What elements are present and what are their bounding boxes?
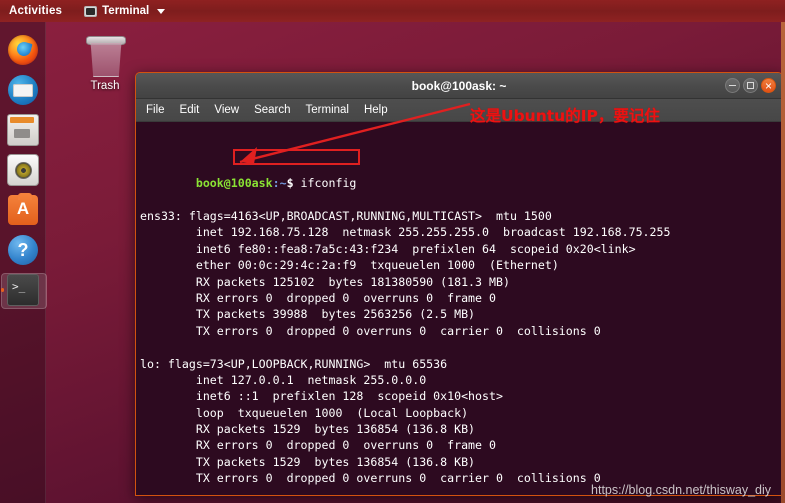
terminal-window: book@100ask: ~ File Edit View Search Ter… — [135, 72, 783, 496]
chevron-down-icon[interactable] — [157, 8, 166, 14]
terminal-output-line: ether 00:0c:29:4c:2a:f9 txqueuelen 1000 … — [140, 258, 559, 273]
files-icon — [7, 114, 39, 146]
terminal-icon — [7, 274, 39, 306]
prompt-user-host: book@100ask — [195, 176, 273, 191]
top-panel: Activities Terminal — [0, 0, 785, 22]
dock-item-ubuntu-software[interactable] — [0, 190, 46, 230]
dock-item-thunderbird[interactable] — [0, 70, 46, 110]
help-icon: ? — [8, 235, 38, 265]
terminal-output-line: inet6 fe80::fea8:7a5c:43:f234 prefixlen … — [140, 241, 636, 256]
prompt-path: :~ — [272, 176, 287, 191]
desktop-icon-trash[interactable]: Trash — [76, 32, 134, 92]
menu-item-search[interactable]: Search — [254, 104, 290, 116]
watermark: https://blog.csdn.net/thisway_diy — [591, 483, 771, 497]
ubuntu-software-icon — [8, 193, 38, 225]
firefox-icon — [8, 35, 38, 65]
menu-item-edit[interactable]: Edit — [180, 104, 200, 116]
terminal-output[interactable]: book@100ask:~$ ifconfig ens33: flags=416… — [136, 122, 782, 495]
dock-item-files[interactable] — [0, 110, 46, 150]
terminal-output-line: loop txqueuelen 1000 (Local Loopback) — [140, 405, 469, 420]
dock: ? — [0, 22, 47, 503]
panel-app-label: Terminal — [102, 5, 150, 17]
mail-icon — [8, 75, 38, 105]
music-icon — [7, 154, 39, 186]
terminal-output-line: ens33: flags=4163<UP,BROADCAST,RUNNING,M… — [140, 209, 552, 224]
dock-item-terminal[interactable] — [0, 270, 47, 310]
terminal-output-line: inet6 ::1 prefixlen 128 scopeid 0x10<hos… — [140, 389, 503, 404]
terminal-output-line: RX packets 1529 bytes 136854 (136.8 KB) — [140, 422, 476, 437]
dock-item-rhythmbox[interactable] — [0, 150, 46, 190]
minimize-icon[interactable] — [725, 78, 740, 93]
terminal-prompt-line: book@100ask:~$ ifconfig — [140, 159, 782, 190]
maximize-icon[interactable] — [743, 78, 758, 93]
terminal-output-line: inet 127.0.0.1 netmask 255.0.0.0 — [140, 372, 427, 387]
title-bar[interactable]: book@100ask: ~ — [136, 73, 782, 99]
window-controls — [725, 73, 776, 98]
terminal-output-line: inet 192.168.75.128 netmask 255.255.255.… — [140, 225, 671, 240]
dock-item-firefox[interactable] — [0, 30, 46, 70]
desktop-right-edge — [781, 22, 785, 503]
terminal-output-lines: ens33: flags=4163<UP,BROADCAST,RUNNING,M… — [140, 208, 782, 495]
menu-item-help[interactable]: Help — [364, 104, 388, 116]
terminal-output-line: TX packets 39988 bytes 2563256 (2.5 MB) — [140, 307, 476, 322]
terminal-output-line: RX errors 0 dropped 0 overruns 0 frame 0 — [140, 438, 496, 453]
annotation-text: 这是Ubuntu的IP，要记住 — [470, 107, 660, 125]
prompt-symbol: $ — [286, 176, 294, 191]
window-title: book@100ask: ~ — [411, 78, 507, 93]
panel-app-indicator[interactable]: Terminal — [84, 5, 166, 17]
terminal-output-line: TX packets 1529 bytes 136854 (136.8 KB) — [140, 454, 476, 469]
terminal-icon — [84, 5, 98, 17]
terminal-output-line: RX errors 0 dropped 0 overruns 0 frame 0 — [140, 290, 496, 305]
desktop-screen: Activities Terminal ? — [0, 0, 785, 503]
menu-bar: File Edit View Search Terminal Help — [136, 99, 782, 122]
dock-item-help[interactable]: ? — [0, 230, 46, 270]
menu-item-view[interactable]: View — [214, 104, 239, 116]
menu-item-terminal[interactable]: Terminal — [306, 104, 349, 116]
desktop-icon-label: Trash — [90, 80, 120, 92]
menu-item-file[interactable]: File — [146, 104, 165, 116]
terminal-output-line: lo: flags=73<UP,LOOPBACK,RUNNING> mtu 65… — [140, 356, 448, 371]
activities-button[interactable]: Activities — [9, 5, 62, 17]
terminal-command: ifconfig — [293, 176, 357, 191]
trash-icon — [86, 36, 126, 78]
close-icon[interactable] — [761, 78, 776, 93]
terminal-output-line: TX errors 0 dropped 0 overruns 0 carrier… — [140, 323, 601, 338]
trash-body — [90, 43, 122, 77]
terminal-output-line: RX packets 125102 bytes 181380590 (181.3… — [140, 274, 510, 289]
